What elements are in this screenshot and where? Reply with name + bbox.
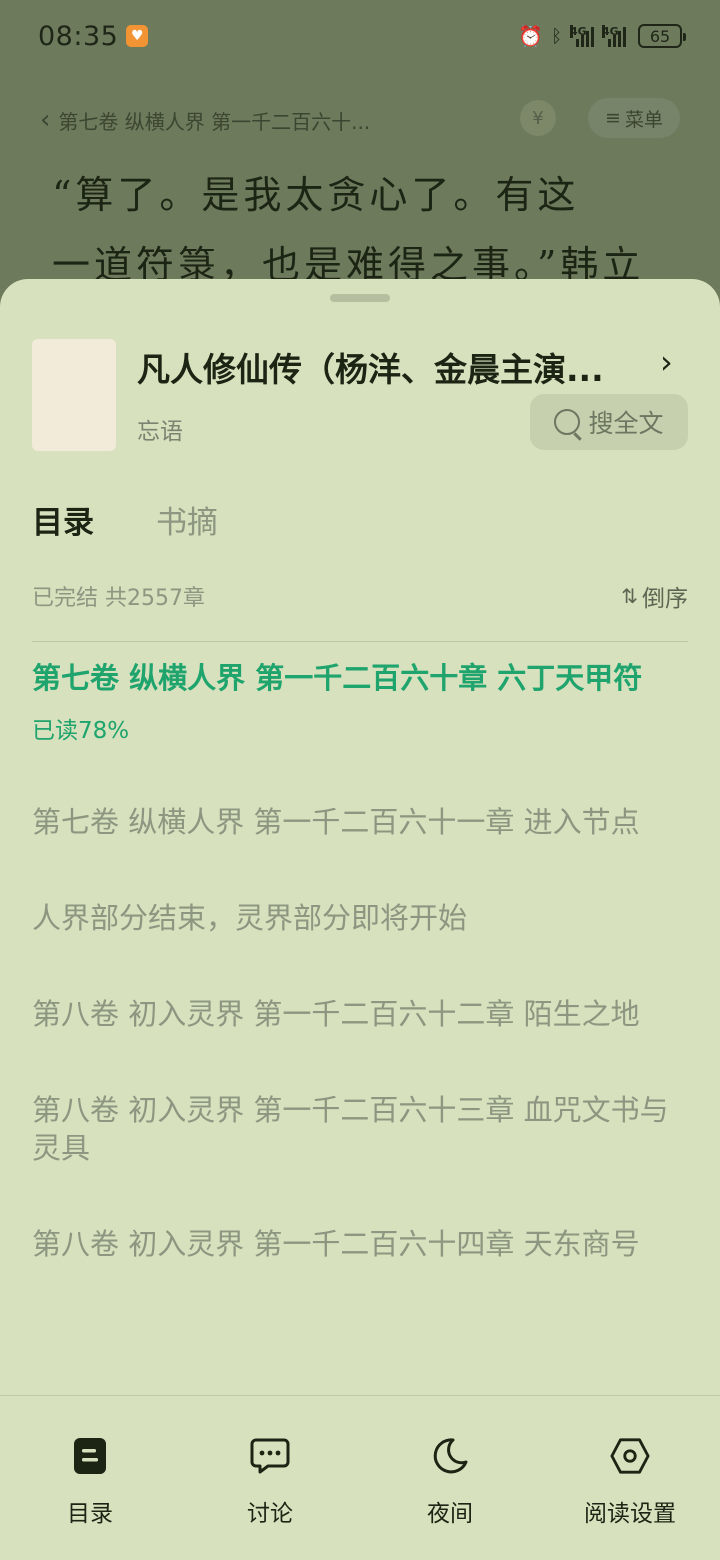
toc-status-line: 已完结 共2557章 ⇅ 倒序 xyxy=(32,579,688,613)
network-label-1: 4G xyxy=(570,25,587,38)
divider xyxy=(32,641,688,642)
sort-icon: ⇅ xyxy=(621,584,638,608)
alarm-icon: ⏰ xyxy=(518,24,544,48)
toolbar-settings-label: 阅读设置 xyxy=(584,1501,676,1527)
back-chevron-icon[interactable]: ‹ xyxy=(40,105,50,135)
toolbar-toc-label: 目录 xyxy=(67,1501,113,1527)
reader-chapter-title: 第七卷 纵横人界 第一千二百六十... xyxy=(58,109,371,134)
toolbar-toc-button[interactable]: 目录 xyxy=(0,1396,180,1560)
menu-button[interactable]: ≡ 菜单 xyxy=(588,98,680,138)
chevron-right-icon[interactable]: › xyxy=(660,343,673,381)
tab-excerpts[interactable]: 书摘 xyxy=(156,497,218,542)
status-time: 08:35 xyxy=(38,20,119,52)
bottom-toolbar: 目录 讨论 夜间 阅读设置 xyxy=(0,1395,720,1560)
chapter-item[interactable]: 第七卷 纵横人界 第一千二百六十一章 进入节点 xyxy=(32,803,688,841)
tab-bar: 目录 书摘 xyxy=(32,497,218,542)
menu-lines-icon: ≡ xyxy=(605,107,621,129)
search-full-text-label: 搜全文 xyxy=(588,409,664,438)
chapter-list: 第七卷 纵横人界 第一千二百六十章 六丁天甲符 已读78% 第七卷 纵横人界 第… xyxy=(32,659,688,1321)
chapter-item[interactable]: 第八卷 初入灵界 第一千二百六十三章 血咒文书与灵具 xyxy=(32,1091,688,1167)
chapter-item-current[interactable]: 第七卷 纵横人界 第一千二百六十章 六丁天甲符 xyxy=(32,659,688,697)
read-progress: 已读78% xyxy=(32,718,130,744)
coin-icon[interactable]: ¥ xyxy=(520,100,556,136)
sort-label: 倒序 xyxy=(642,586,688,612)
completion-status: 已完结 共2557章 xyxy=(32,586,205,611)
signal-icon-1: 4G xyxy=(570,25,594,47)
network-label-2: 4G xyxy=(602,25,619,38)
toolbar-settings-button[interactable]: 阅读设置 xyxy=(540,1396,720,1560)
status-right: ⏰ ᛒ 4G 4G 65 xyxy=(518,24,686,48)
search-icon xyxy=(554,409,581,435)
tab-toc[interactable]: 目录 xyxy=(32,497,94,542)
app-notification-icon: ♥ xyxy=(126,25,149,47)
toolbar-night-label: 夜间 xyxy=(427,1501,473,1527)
chapter-item[interactable]: 人界部分结束，灵界部分即将开始 xyxy=(32,899,688,937)
sort-order-button[interactable]: ⇅ 倒序 xyxy=(621,579,688,613)
toc-icon xyxy=(70,1436,110,1476)
chapter-item[interactable]: 第八卷 初入灵界 第一千二百六十四章 天东商号 xyxy=(32,1225,688,1263)
book-cover[interactable] xyxy=(32,339,116,451)
reader-text-line-1: “算了。是我太贪心了。有这 xyxy=(52,173,580,217)
book-author: 忘语 xyxy=(137,419,183,445)
chat-bubble-icon xyxy=(250,1436,290,1476)
book-title[interactable]: 凡人修仙传（杨洋、金晨主演... xyxy=(137,343,647,387)
toolbar-night-button[interactable]: 夜间 xyxy=(360,1396,540,1560)
bluetooth-icon: ᛒ xyxy=(551,25,562,47)
search-full-text-button[interactable]: 搜全文 xyxy=(530,394,688,450)
battery-icon: 65 xyxy=(638,24,686,48)
sheet-grabber[interactable] xyxy=(330,294,390,302)
status-bar: 08:35 ♥ ⏰ ᛒ 4G 4G 65 xyxy=(0,0,720,72)
settings-hexagon-icon xyxy=(610,1436,650,1476)
toolbar-discuss-label: 讨论 xyxy=(247,1501,293,1527)
chapter-item[interactable]: 第八卷 初入灵界 第一千二百六十二章 陌生之地 xyxy=(32,995,688,1033)
toc-sheet: 凡人修仙传（杨洋、金晨主演... › 忘语 搜全文 目录 书摘 已完结 共255… xyxy=(0,279,720,1560)
toolbar-discuss-button[interactable]: 讨论 xyxy=(180,1396,360,1560)
moon-icon xyxy=(430,1436,470,1476)
menu-label: 菜单 xyxy=(624,108,663,131)
signal-icon-2: 4G xyxy=(602,25,626,47)
reader-header: ‹ 第七卷 纵横人界 第一千二百六十... ¥ ≡ 菜单 xyxy=(0,96,720,144)
